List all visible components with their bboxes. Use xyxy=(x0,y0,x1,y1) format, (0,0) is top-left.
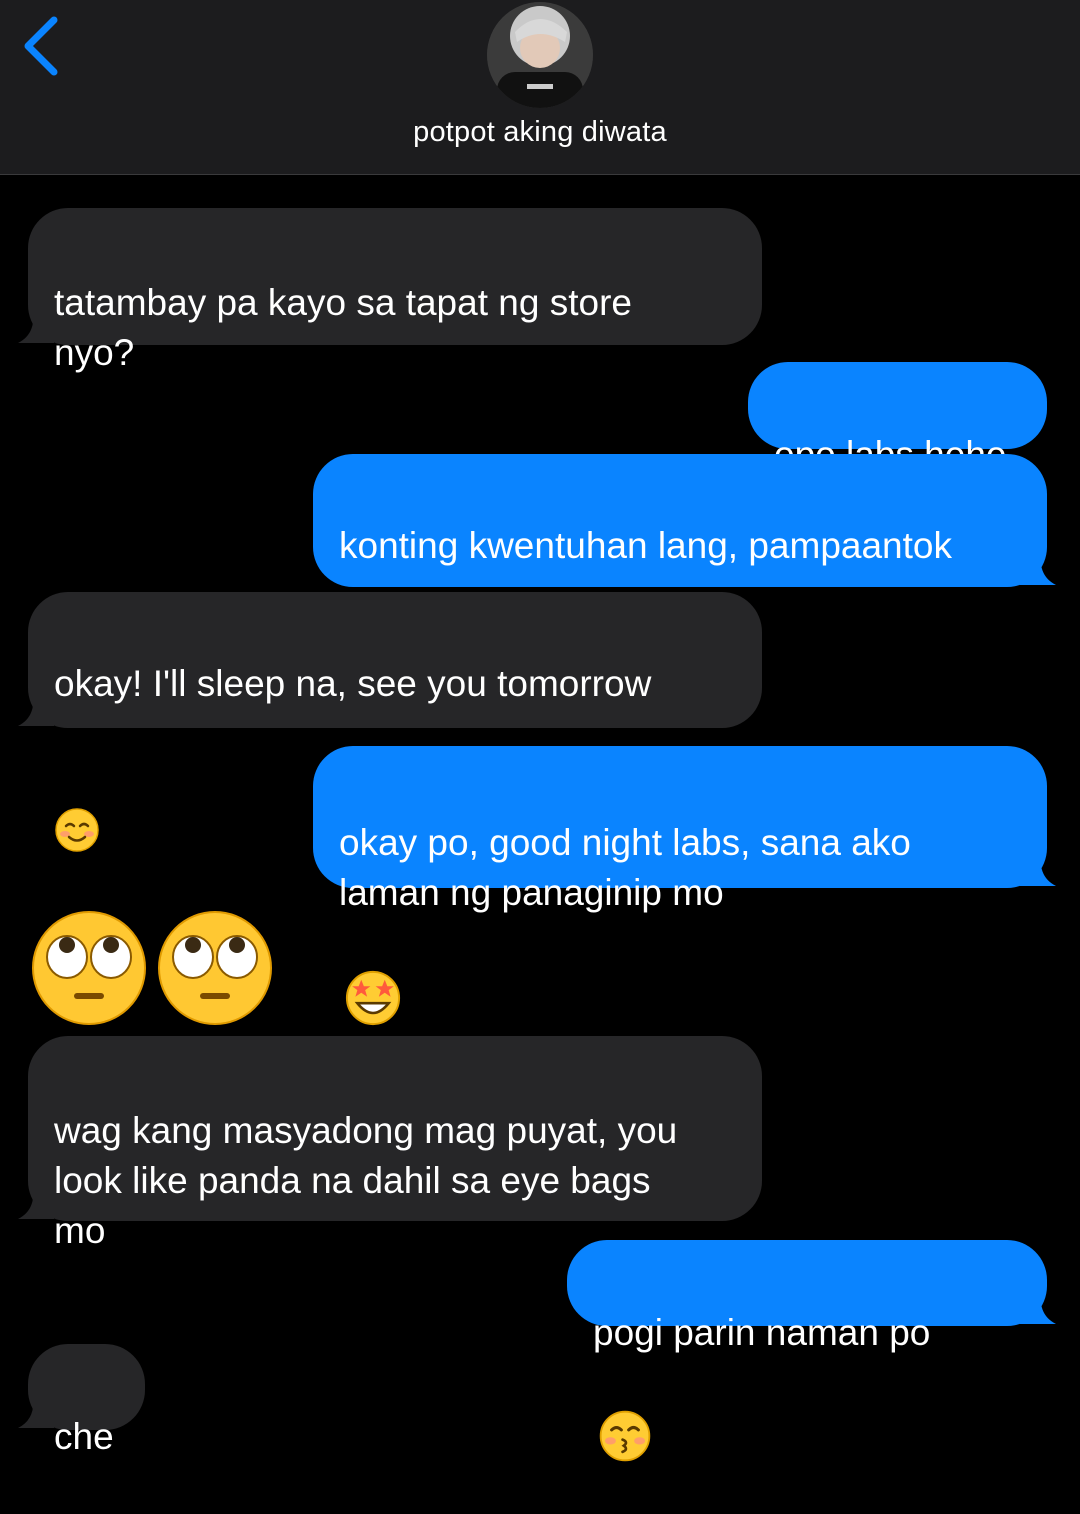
incoming-message[interactable]: tatambay pa kayo sa tapat ng store nyo? xyxy=(28,208,762,373)
outgoing-message[interactable]: pogi parin naman po xyxy=(567,1240,1047,1462)
avatar-photo xyxy=(487,2,593,108)
outgoing-message[interactable]: opo labs hehe xyxy=(748,362,1047,475)
bubble-tail xyxy=(1020,848,1060,888)
message-text: okay po, good night labs, sana ako laman… xyxy=(339,822,911,913)
message-text: okay! I'll sleep na, see you tomorrow xyxy=(54,663,652,704)
bubble-tail xyxy=(14,688,54,728)
message-text: tatambay pa kayo sa tapat ng store nyo? xyxy=(54,282,632,373)
bubble-tail xyxy=(14,1390,54,1430)
face-with-rolling-eyes-icon[interactable] xyxy=(30,909,148,1027)
bubble-tail xyxy=(14,305,54,345)
contact-avatar[interactable] xyxy=(487,2,593,108)
message-text: konting kwentuhan lang, pampaantok xyxy=(339,525,952,566)
incoming-message[interactable]: wag kang masyadong mag puyat, you look l… xyxy=(28,1036,762,1251)
incoming-message[interactable]: okay! I'll sleep na, see you tomorrow xyxy=(28,592,762,852)
star-struck-icon xyxy=(343,918,403,1026)
conversation-header: potpot aking diwata xyxy=(0,0,1080,175)
bubble-tail xyxy=(14,1181,54,1221)
message-text: che xyxy=(54,1416,114,1457)
outgoing-message[interactable]: okay po, good night labs, sana ako laman… xyxy=(313,746,1047,1026)
contact-name[interactable]: potpot aking diwata xyxy=(0,116,1080,149)
chevron-left-icon xyxy=(24,16,58,76)
face-with-rolling-eyes-icon[interactable] xyxy=(156,909,274,1027)
smiling-face-icon xyxy=(54,759,100,852)
bubble-tail xyxy=(1020,1286,1060,1326)
message-text: wag kang masyadong mag puyat, you look l… xyxy=(54,1110,678,1251)
bubble-tail xyxy=(1020,547,1060,587)
kissing-face-icon xyxy=(597,1358,653,1462)
message-text: pogi parin naman po xyxy=(593,1312,931,1353)
back-button[interactable] xyxy=(14,8,74,84)
outgoing-message[interactable]: konting kwentuhan lang, pampaantok xyxy=(313,454,1047,714)
